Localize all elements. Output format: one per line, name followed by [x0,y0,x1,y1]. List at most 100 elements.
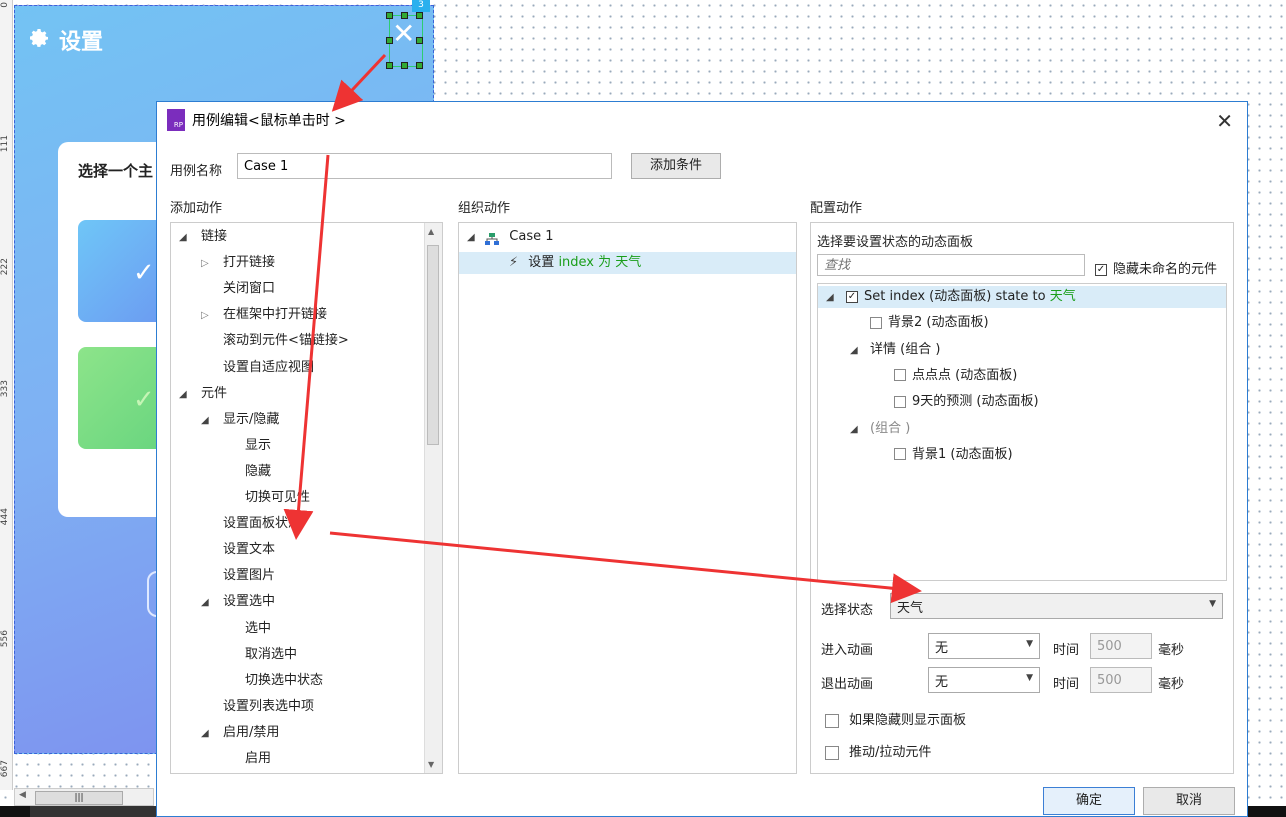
add-action-item[interactable]: 切换选中状态 [223,670,323,692]
add-action-item[interactable]: ◢ 设置选中 [201,591,275,613]
exit-time-input[interactable] [1090,667,1152,693]
panel-tree-item[interactable]: ◢ ✓ Set index (动态面板) state to 天气 [818,286,1226,308]
panel-tree-state: 天气 [1049,289,1076,304]
add-action-item[interactable]: 显示 [223,435,271,457]
enter-time-input[interactable] [1090,633,1152,659]
hide-unnamed-checkbox[interactable]: ✓ [1095,263,1107,276]
panel-tree-item[interactable]: ◢ (组合 ) [818,418,1226,440]
scroll-thumb[interactable] [427,245,439,445]
card-title: 选择一个主 [78,162,154,180]
enter-anim-label: 进入动画 [821,643,874,658]
add-action-item[interactable]: 设置列表选中项 [201,696,314,718]
enter-anim-dropdown[interactable]: 无 ▼ [928,633,1040,659]
resize-handle[interactable] [416,12,423,19]
add-action-item[interactable]: 设置图片 [201,565,275,587]
expand-triangle-icon[interactable]: ◢ [467,227,481,249]
panel-tree-label: 背景1 (动态面板) [912,446,1013,462]
add-action-item[interactable]: 选中 [223,618,271,640]
add-action-item[interactable]: 取消选中 [223,644,297,666]
panel-tree-item[interactable]: ◢ 详情 (组合 ) [818,339,1226,361]
enter-anim-value: 无 [935,641,949,656]
expand-triangle-icon[interactable]: ◢ [201,592,215,614]
panel-checkbox[interactable] [894,448,906,461]
scroll-thumb[interactable]: ||| [35,791,123,805]
add-action-item[interactable]: ▷ 打开链接 [201,252,275,274]
resize-handle[interactable] [416,37,423,44]
add-action-item[interactable]: ▷ 在框架中打开链接 [201,304,327,326]
add-action-item[interactable]: 切换可见性 [223,487,310,509]
collapse-triangle-icon[interactable]: ▷ [201,253,215,275]
vertical-ruler: 0 111 222 333 444 556 667 [0,0,13,790]
organize-actions-tree[interactable]: ◢ Case 1 ⚡ 设置 index 为 天气 [458,222,797,774]
show-if-hidden-checkbox[interactable] [825,713,839,728]
close-icon[interactable]: ✕ [392,20,415,48]
panel-select-heading: 选择要设置状态的动态面板 [817,235,974,250]
panel-tree-item[interactable]: 9天的预测 (动态面板) [818,391,1226,413]
push-pull-option[interactable]: 推动/拉动元件 [825,741,931,760]
add-action-item[interactable]: 启用 [223,748,271,770]
expand-triangle-icon[interactable]: ◢ [179,384,193,406]
panel-tree-item[interactable]: 背景2 (动态面板) [818,312,1226,334]
add-action-label: 隐藏 [245,463,272,479]
expand-triangle-icon[interactable]: ◢ [201,723,215,745]
show-if-hidden-label: 如果隐藏则显示面板 [849,713,967,728]
add-action-item[interactable]: ◢ 元件 [179,383,227,405]
add-action-item[interactable]: 设置面板状态 [201,513,301,535]
panel-checkbox[interactable] [894,369,906,382]
panel-tree-item[interactable]: 背景1 (动态面板) [818,444,1226,466]
add-action-item[interactable]: ◢ 启用/禁用 [201,722,279,744]
mockup-title: 设置 [27,24,103,56]
add-action-item[interactable]: 隐藏 [223,461,271,483]
chevron-down-icon[interactable]: ▼ [428,760,434,769]
expand-triangle-icon[interactable]: ◢ [850,419,864,441]
add-action-item[interactable]: ◢ 链接 [179,226,227,248]
add-condition-button[interactable]: 添加条件 [631,153,721,179]
case-node[interactable]: ◢ Case 1 [467,226,554,248]
select-state-dropdown[interactable]: 天气 ▼ [890,593,1223,619]
add-action-label: 设置图片 [223,568,276,584]
close-icon[interactable]: ✕ [1216,109,1233,133]
select-state-value: 天气 [897,601,924,616]
expand-triangle-icon[interactable]: ◢ [826,287,840,309]
collapse-triangle-icon[interactable]: ▷ [201,305,215,327]
panel-checkbox[interactable] [870,316,882,329]
resize-handle[interactable] [401,62,408,69]
exit-anim-dropdown[interactable]: 无 ▼ [928,667,1040,693]
interaction-badge: 3 [412,0,430,12]
expand-triangle-icon[interactable]: ◢ [201,410,215,432]
hide-unnamed-option[interactable]: ✓ 隐藏未命名的元件 [1095,258,1217,277]
resize-handle[interactable] [386,62,393,69]
add-action-item[interactable]: 设置文本 [201,539,275,561]
expand-triangle-icon[interactable]: ◢ [179,227,193,249]
vertical-scrollbar[interactable]: ▲ ▼ [424,223,442,773]
add-action-label: 设置文本 [223,542,276,558]
chevron-left-icon[interactable]: ◀ [19,790,26,800]
panel-checkbox[interactable] [894,395,906,408]
search-input[interactable] [817,254,1085,276]
ruler-tick: 556 [0,630,10,648]
add-action-label: 显示 [245,437,272,453]
expand-triangle-icon[interactable]: ◢ [850,340,864,362]
add-action-item[interactable]: 滚动到元件<锚链接> [201,330,349,352]
ok-button[interactable]: 确定 [1043,787,1135,815]
action-node[interactable]: ⚡ 设置 index 为 天气 [459,252,796,274]
panel-checkbox[interactable]: ✓ [846,290,858,303]
add-action-item[interactable]: 关闭窗口 [201,278,275,300]
add-actions-tree[interactable]: ◢ 链接 ▷ 打开链接关闭窗口 ▷ 在框架中打开链接滚动到元件<锚链接> 设置自适应视图 ◢ 元… [170,222,443,774]
panel-tree-label: 详情 (组合 ) [870,341,941,357]
case-name-input[interactable] [237,153,612,179]
add-action-label: 在框架中打开链接 [223,307,328,323]
add-action-item[interactable]: ◢ 显示/隐藏 [201,409,279,431]
add-action-item[interactable]: 设置自适应视图 [201,357,314,379]
show-if-hidden-option[interactable]: 如果隐藏则显示面板 [825,709,966,728]
push-pull-checkbox[interactable] [825,745,839,760]
add-action-label: 设置面板状态 [223,516,302,532]
add-action-label: 切换可见性 [245,490,311,505]
chevron-up-icon[interactable]: ▲ [428,227,434,236]
resize-handle[interactable] [416,62,423,69]
panel-tree-item[interactable]: 点点点 (动态面板) [818,365,1226,387]
add-action-label: 启用/禁用 [223,724,280,740]
cancel-button[interactable]: 取消 [1143,787,1235,815]
panel-tree[interactable]: ◢ ✓ Set index (动态面板) state to 天气 背景2 (动态面板)… [817,283,1227,581]
canvas-hscrollbar[interactable]: ◀ ||| [14,788,154,806]
